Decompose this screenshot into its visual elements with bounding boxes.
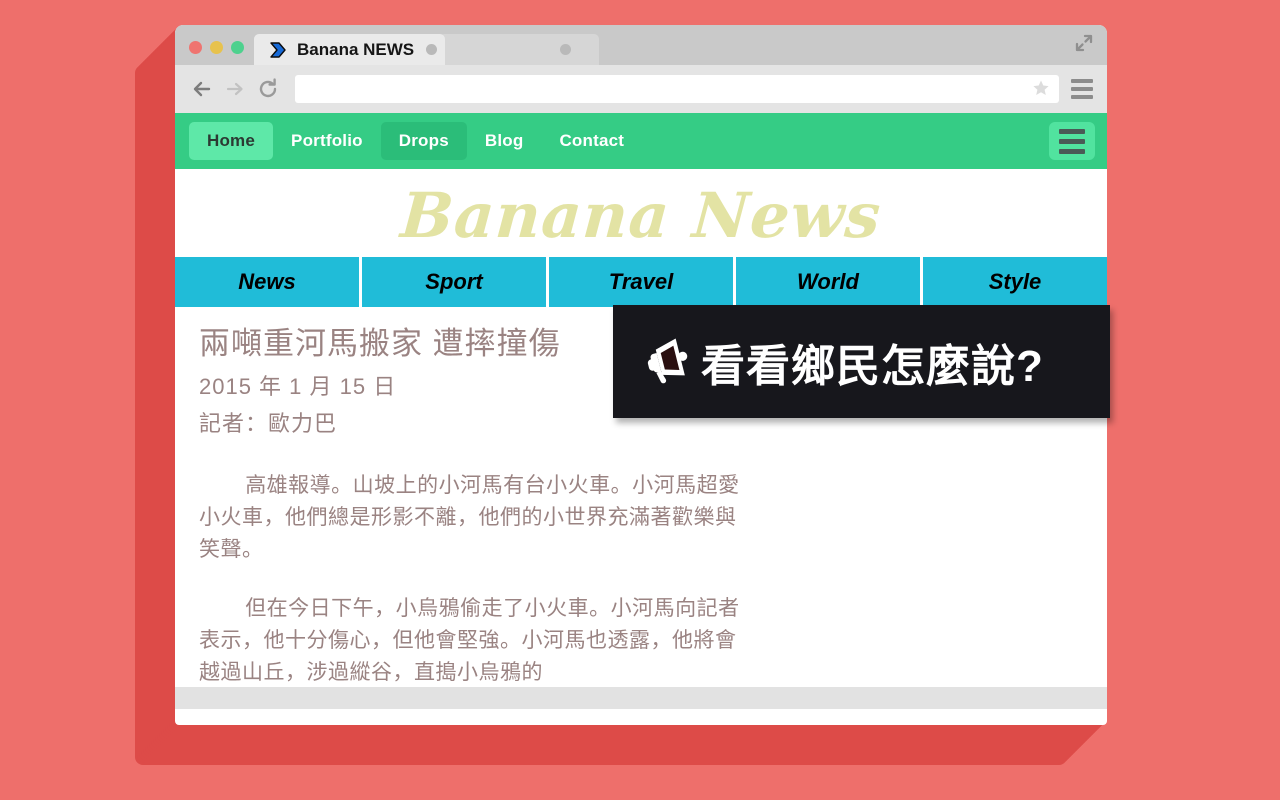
desktop-background: Banana NEWS Home Portfolio Drops Blog Co… [0,0,1280,800]
window-maximize-button[interactable] [231,41,244,54]
star-icon[interactable] [1031,78,1051,101]
nav-item-contact[interactable]: Contact [541,122,642,160]
forward-arrow-icon [221,75,249,103]
nav-item-portfolio[interactable]: Portfolio [273,122,381,160]
back-arrow-icon[interactable] [188,75,216,103]
category-item-world[interactable]: World [736,257,923,307]
nav-item-home[interactable]: Home [189,122,274,160]
comments-tooltip[interactable]: 看看鄉民怎麼說? [613,305,1110,418]
browser-tabstrip: Banana NEWS [175,25,1107,65]
expand-arrows-icon[interactable] [1073,32,1095,54]
nav-item-blog[interactable]: Blog [467,122,542,160]
window-close-button[interactable] [189,41,202,54]
category-item-travel[interactable]: Travel [549,257,736,307]
comments-tooltip-text: 看看鄉民怎麼說? [701,341,1044,391]
browser-toolbar [175,65,1107,113]
article-body: 高雄報導。山坡上的小河馬有台小火車。小河馬超愛小火車，他們總是形影不離，他們的小… [199,470,744,689]
article-paragraph: 高雄報導。山坡上的小河馬有台小火車。小河馬超愛小火車，他們總是形影不離，他們的小… [199,473,740,561]
site-logo: Banana News [398,178,884,252]
browser-tab-title: Banana NEWS [297,39,415,59]
tab-close-icon[interactable] [560,44,572,55]
category-bar: News Sport Travel World Style [175,257,1107,307]
page-content: Banana News News Sport Travel World Styl… [175,169,1107,709]
site-logo-area: Banana News [175,169,1107,257]
tab-close-icon[interactable] [426,44,438,55]
site-nav-hamburger-menu-icon[interactable] [1049,122,1095,160]
hamburger-menu-icon[interactable] [1069,76,1095,102]
nav-item-drops[interactable]: Drops [380,122,467,160]
browser-status-bar [175,687,1107,709]
category-item-news[interactable]: News [175,257,362,307]
reload-icon[interactable] [254,75,282,103]
browser-tab-inactive[interactable] [439,34,600,65]
blue-chevron-favicon [268,40,288,60]
site-nav-items: Home Portfolio Drops Blog Contact [189,122,1049,160]
window-traffic-lights [175,41,254,65]
category-item-style[interactable]: Style [923,257,1107,307]
window-minimize-button[interactable] [210,41,223,54]
browser-tab-active[interactable]: Banana NEWS [254,34,446,65]
article-paragraph: 但在今日下午，小烏鴉偷走了小火車。小河馬向記者表示，他十分傷心，但他會堅強。小河… [199,597,740,685]
site-navigation-bar: Home Portfolio Drops Blog Contact [175,113,1107,169]
address-bar[interactable] [295,75,1059,103]
megaphone-icon [635,333,693,391]
category-item-sport[interactable]: Sport [362,257,549,307]
